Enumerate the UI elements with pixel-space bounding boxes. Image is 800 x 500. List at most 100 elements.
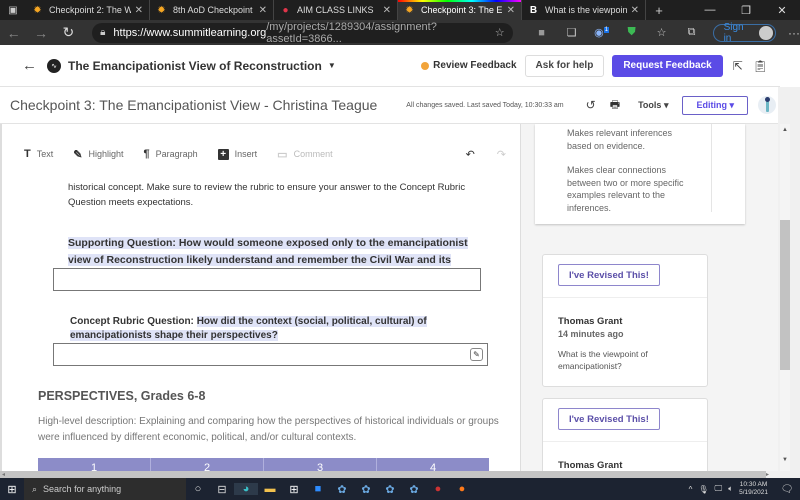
browser-tab[interactable]: ✹ 8th AoD Checkpoint 1 Ev ✕ — [150, 0, 274, 20]
restore-icon[interactable]: ❐ — [728, 4, 764, 17]
divider — [711, 124, 712, 212]
browser-tab[interactable]: B What is the viewpoint of ✕ — [522, 0, 646, 20]
divider — [543, 441, 707, 442]
ask-for-help-button[interactable]: Ask for help — [524, 54, 605, 77]
clipboard-icon[interactable]: 📋︎ — [753, 59, 768, 73]
tray-chevron-icon[interactable]: ^ — [689, 485, 693, 494]
close-tab-icon[interactable]: ✕ — [259, 5, 267, 16]
taskbar-search-input[interactable]: ⌕ Search for anything — [24, 478, 186, 500]
highlight-tool[interactable]: ✎ Highlight — [73, 148, 123, 161]
summit-sun-icon: ✹ — [33, 4, 42, 16]
ive-revised-this-button[interactable]: I've Revised This! — [558, 264, 660, 286]
new-tab-button[interactable]: + — [646, 3, 672, 18]
address-bar-row: ← → ↻ 🔒︎ https://www.summitlearning.org … — [0, 20, 800, 45]
text-tool[interactable]: T Text — [24, 148, 53, 160]
task-view-icon[interactable]: ⊟ — [210, 483, 234, 496]
perspectives-heading: PERSPECTIVES, Grades 6-8 — [38, 389, 206, 403]
more-menu-icon[interactable]: ··· — [788, 26, 800, 40]
url-input[interactable]: 🔒︎ https://www.summitlearning.org /my/pr… — [92, 21, 513, 45]
highlighter-icon: ✎ — [73, 148, 83, 161]
browser-tab[interactable]: ✹ Checkpoint 2: The White ✕ — [26, 0, 150, 20]
extension-icon[interactable]: ■ — [527, 27, 557, 39]
review-feedback-link[interactable]: Review Feedback — [421, 60, 517, 71]
status-dot-icon — [421, 61, 430, 70]
supporting-question-answer-field[interactable] — [53, 268, 481, 291]
collections-icon[interactable]: ⧉ — [677, 26, 707, 39]
scroll-right-icon[interactable]: ▸ — [766, 471, 778, 478]
concept-rubric-answer-field[interactable]: ✎ — [53, 343, 488, 366]
collections-extension-icon[interactable]: ❏ — [557, 26, 587, 39]
project-dropdown-caret-icon[interactable]: ▼ — [328, 61, 336, 70]
sign-in-label: Sign in — [723, 21, 744, 44]
version-history-icon[interactable]: ↺ — [586, 98, 596, 112]
browser-tab-active[interactable]: ✹ Checkpoint 3: The Emanc ✕ — [398, 0, 522, 20]
brainly-icon: B — [529, 4, 538, 16]
cortana-icon[interactable]: ○ — [186, 483, 210, 495]
scroll-thumb[interactable] — [780, 220, 790, 370]
document-header: Checkpoint 3: The Emancipationist View -… — [0, 87, 780, 124]
edge-icon[interactable]: ◕ — [234, 483, 258, 495]
clock[interactable]: 10:30 AM 5/19/2021 — [739, 481, 768, 497]
app-icon[interactable]: ✿ — [354, 483, 378, 496]
app-icon[interactable]: ✿ — [330, 483, 354, 496]
volume-icon[interactable]: 🔈︎ — [728, 484, 733, 494]
comment-tool[interactable]: ▭ Comment — [277, 148, 332, 161]
insert-plus-icon: + — [217, 148, 229, 160]
soundcloud-icon[interactable]: ● — [450, 483, 474, 495]
app-icon[interactable]: ✿ — [402, 483, 426, 496]
edit-pencil-icon[interactable]: ✎ — [470, 348, 483, 361]
open-external-icon[interactable]: ⇱ — [733, 59, 743, 73]
url-host: https://www.summitlearning.org — [113, 26, 267, 39]
scroll-left-icon[interactable]: ◂ — [2, 471, 5, 478]
close-tab-icon[interactable]: ✕ — [507, 5, 515, 16]
back-icon[interactable]: ← — [0, 25, 27, 41]
horizontal-scrollbar[interactable]: ◂ ▸ — [0, 471, 778, 478]
undo-icon[interactable]: ↶ — [466, 148, 475, 161]
shield-extension-icon[interactable]: ⛊ — [617, 26, 647, 39]
vertical-scrollbar[interactable]: ▲ ▼ — [778, 87, 800, 478]
rubric-card: Makes relevant inferences based on evide… — [535, 124, 745, 224]
store-icon[interactable]: ⊞ — [282, 483, 306, 496]
screen-extension-icon[interactable]: ◉1 — [587, 26, 617, 39]
rubric-column-header: 1 — [38, 458, 151, 472]
print-icon[interactable]: 🖶︎ — [610, 96, 620, 115]
app-icon[interactable]: ● — [426, 483, 450, 495]
browser-tab-strip: ▣ ✹ Checkpoint 2: The White ✕ ✹ 8th AoD … — [0, 0, 800, 20]
network-icon[interactable]: 🖵︎ — [715, 484, 723, 494]
tab-title: 8th AoD Checkpoint 1 Ev — [173, 5, 255, 15]
redo-icon[interactable]: ↷ — [497, 148, 506, 161]
scroll-down-icon[interactable]: ▼ — [782, 457, 788, 463]
tab-actions-icon[interactable]: ▣ — [0, 0, 26, 20]
favorites-icon[interactable]: ☆ — [647, 26, 677, 39]
sign-in-button[interactable]: Sign in — [712, 21, 776, 44]
windows-start-icon[interactable]: ⊞ — [0, 483, 24, 496]
tools-menu[interactable]: Tools ▾ — [638, 100, 668, 111]
feedback-author: Thomas Grant — [558, 316, 623, 327]
app-icon[interactable]: ✿ — [378, 483, 402, 496]
forward-icon[interactable]: → — [27, 25, 54, 41]
insert-tool[interactable]: + Insert — [217, 148, 257, 160]
close-tab-icon[interactable]: ✕ — [383, 5, 391, 16]
close-tab-icon[interactable]: ✕ — [135, 5, 143, 16]
close-tab-icon[interactable]: ✕ — [631, 5, 639, 16]
notifications-icon[interactable]: 🗨︎ — [774, 484, 800, 495]
comment-icon: ▭ — [277, 148, 288, 161]
minimize-icon[interactable]: — — [692, 4, 728, 17]
scroll-up-icon[interactable]: ▲ — [782, 127, 788, 133]
summit-logo-icon: ∿ — [47, 58, 61, 73]
paragraph-tool[interactable]: ¶ Paragraph — [144, 148, 198, 160]
ive-revised-this-button[interactable]: I've Revised This! — [558, 408, 660, 430]
zoom-app-icon[interactable]: ■ — [306, 483, 330, 495]
browser-tab[interactable]: ● AIM CLASS LINKS ✕ — [274, 0, 398, 20]
project-title[interactable]: The Emancipationist View of Reconstructi… — [68, 59, 322, 73]
editing-mode-dropdown[interactable]: Editing ▾ — [682, 95, 748, 115]
document-editor: T Text ✎ Highlight ¶ Paragraph + Insert ▭ Com… — [0, 124, 520, 472]
microphone-icon[interactable]: 🎙︎ — [698, 485, 708, 494]
favorite-star-icon[interactable]: ☆ — [495, 26, 505, 39]
back-arrow-icon[interactable]: ← — [22, 57, 37, 74]
reload-icon[interactable]: ↻ — [55, 24, 82, 41]
user-avatar-icon[interactable] — [758, 96, 776, 114]
close-window-icon[interactable]: ✕ — [764, 4, 800, 17]
file-explorer-icon[interactable]: ▬ — [258, 483, 282, 495]
request-feedback-button[interactable]: Request Feedback — [612, 54, 723, 77]
